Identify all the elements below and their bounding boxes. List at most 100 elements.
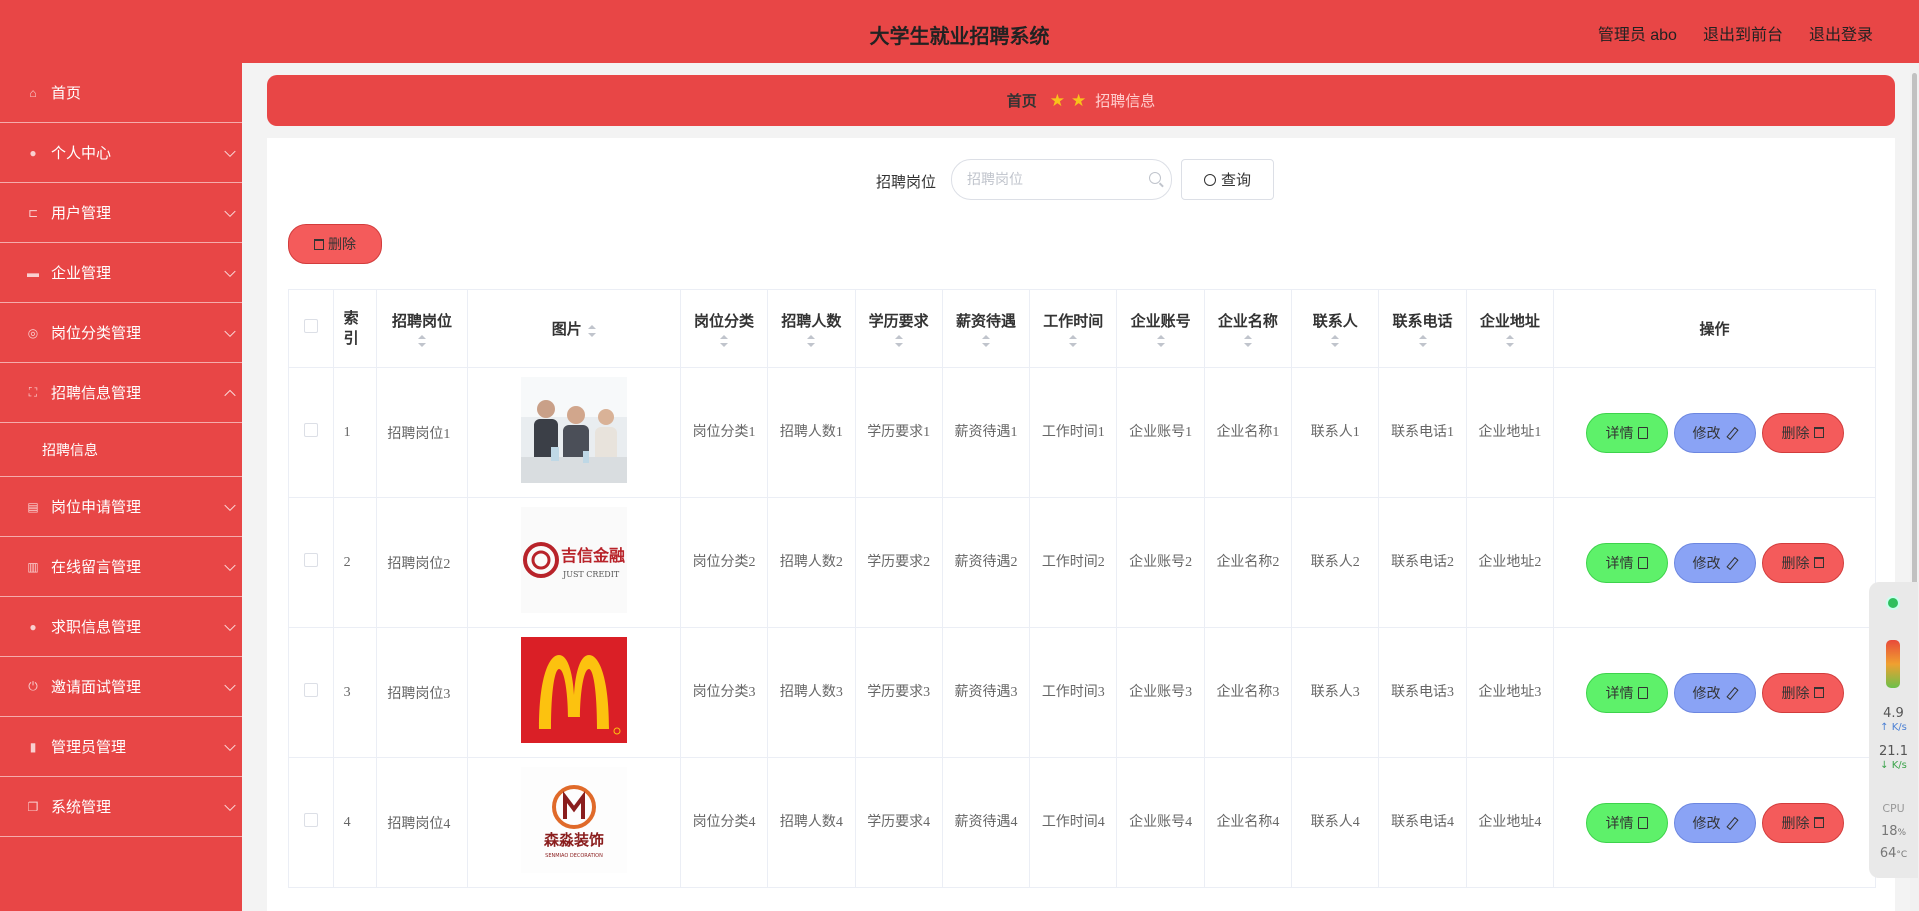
sort-icon[interactable] (982, 335, 990, 347)
row-checkbox[interactable] (303, 813, 318, 827)
sidebar-item-2[interactable]: ⊏ 用户管理 (0, 183, 242, 243)
header-salary[interactable]: 薪资待遇 (941, 289, 1031, 368)
sidebar-item-9[interactable]: ⏻ 邀请面试管理 (0, 657, 242, 717)
sidebar-item-7[interactable]: ▥ 在线留言管理 (0, 537, 242, 597)
sort-icon[interactable] (1331, 335, 1340, 347)
document-icon (1637, 556, 1648, 569)
cell-account: 企业账号1 (1116, 367, 1205, 498)
sidebar-item-label: 求职信息管理 (51, 619, 142, 636)
download-unit: ↓ K/s (1880, 760, 1907, 771)
query-button[interactable]: 查询 (1181, 159, 1274, 200)
sidebar-item-4[interactable]: ◎ 岗位分类管理 (0, 303, 242, 363)
header-education[interactable]: 学历要求 (854, 289, 943, 368)
status-dot-icon (1886, 596, 1900, 610)
row-checkbox[interactable] (303, 683, 318, 697)
row-checkbox[interactable] (303, 423, 318, 437)
table-row: 2 招聘岗位2 吉信金融 JUST CREDIT 岗位分类2 招聘人数2 学历要求2 薪资待遇… (288, 497, 1876, 628)
sidebar-item-label: 岗位申请管理 (51, 499, 142, 516)
edit-button[interactable]: 修改 (1673, 542, 1756, 583)
edit-button[interactable]: 修改 (1673, 412, 1756, 453)
monitor-icon: ▬ (27, 265, 39, 280)
sidebar-item-3[interactable]: ▬ 企业管理 (0, 243, 242, 303)
admin-user-link[interactable]: 管理员 abo (1598, 21, 1677, 45)
sidebar-item-label: 邀请面试管理 (51, 679, 142, 696)
header-phone[interactable]: 联系电话 (1378, 289, 1467, 368)
sidebar-item-label: 管理员管理 (51, 739, 127, 756)
edit-button[interactable]: 修改 (1673, 672, 1756, 713)
svg-text:JUST CREDIT: JUST CREDIT (562, 570, 620, 579)
sort-icon[interactable] (1156, 335, 1165, 347)
header-category[interactable]: 岗位分类 (679, 289, 769, 368)
sidebar-item-1[interactable]: ● 个人中心 (0, 123, 242, 183)
user-icon: ● (29, 619, 37, 634)
delete-button[interactable]: 删除 (1761, 542, 1844, 583)
sort-icon[interactable] (587, 324, 596, 337)
cell-actions: 详情 修改 删除 (1553, 497, 1876, 628)
sort-icon[interactable] (1418, 335, 1427, 347)
breadcrumb-home[interactable]: 首页 (1007, 90, 1037, 111)
sort-icon[interactable] (1243, 335, 1252, 347)
edit-icon (1725, 557, 1737, 569)
sort-icon[interactable] (807, 335, 816, 347)
table-header-row: 索引 招聘岗位 图片 岗位分类 招聘人数 学历要求 薪资待遇 工作时间 企业账号… (288, 289, 1876, 368)
sidebar-item-5[interactable]: ⛶ 招聘信息管理 (0, 363, 242, 423)
sidebar-item-0[interactable]: ⌂ 首页 (0, 63, 242, 123)
search-input[interactable] (967, 160, 1147, 198)
edit-icon (1725, 817, 1737, 829)
header-company[interactable]: 企业名称 (1203, 289, 1293, 368)
delete-button[interactable]: 删除 (1761, 802, 1844, 843)
sidebar-item-8[interactable]: ● 求职信息管理 (0, 597, 242, 657)
cell-education: 学历要求1 (854, 367, 943, 498)
chevron-down-icon (224, 559, 236, 571)
sort-icon[interactable] (418, 335, 426, 347)
search-label: 招聘岗位 (876, 174, 937, 191)
chevron-down-icon (224, 499, 236, 511)
delete-button[interactable]: 删除 (1761, 672, 1844, 713)
sort-icon[interactable] (1505, 335, 1514, 347)
sidebar-item-6[interactable]: ▤ 岗位申请管理 (0, 477, 242, 537)
cell-contact: 联系人3 (1291, 627, 1380, 758)
sort-icon[interactable] (720, 335, 729, 347)
detail-button[interactable]: 详情 (1585, 542, 1668, 583)
header-count[interactable]: 招聘人数 (767, 289, 856, 368)
cell-salary: 薪资待遇2 (941, 497, 1031, 628)
detail-button[interactable]: 详情 (1585, 412, 1668, 453)
header-position[interactable]: 招聘岗位 (376, 289, 468, 368)
exit-to-front-link[interactable]: 退出到前台 (1703, 21, 1783, 45)
sidebar-item-10[interactable]: ▮ 管理员管理 (0, 717, 242, 777)
delete-button[interactable]: 删除 (1761, 412, 1844, 453)
cell-index: 2 (332, 497, 378, 628)
header-image[interactable]: 图片 (466, 289, 681, 368)
cell-work-time: 工作时间1 (1029, 367, 1118, 498)
copy-icon: ❐ (27, 799, 39, 814)
edit-button[interactable]: 修改 (1673, 802, 1756, 843)
select-all-checkbox[interactable] (303, 319, 318, 333)
sort-icon[interactable] (894, 335, 903, 347)
header-address[interactable]: 企业地址 (1465, 289, 1555, 368)
sort-icon[interactable] (1069, 335, 1078, 347)
recruitment-table: 索引 招聘岗位 图片 岗位分类 招聘人数 学历要求 薪资待遇 工作时间 企业账号… (288, 289, 1876, 888)
sidebar-item-11[interactable]: ❐ 系统管理 (0, 777, 242, 837)
user-icon: ● (29, 145, 37, 160)
chevron-down-icon (224, 679, 236, 691)
row-checkbox[interactable] (303, 553, 318, 567)
logout-link[interactable]: 退出登录 (1809, 21, 1873, 45)
header-links: 管理员 abo 退出到前台 退出登录 (1598, 21, 1873, 45)
cell-address: 企业地址2 (1465, 497, 1555, 628)
breadcrumb-current: 招聘信息 (1095, 93, 1156, 110)
clipboard-icon: ▥ (27, 559, 39, 574)
detail-button[interactable]: 详情 (1585, 672, 1668, 713)
header-work-time[interactable]: 工作时间 (1029, 289, 1118, 368)
chevron-down-icon (224, 265, 236, 277)
batch-delete-label: 删除 (328, 236, 356, 252)
cell-salary: 薪资待遇4 (941, 757, 1031, 888)
header-account[interactable]: 企业账号 (1116, 289, 1205, 368)
header-contact[interactable]: 联系人 (1291, 289, 1380, 368)
chevron-down-icon (224, 739, 236, 751)
sidebar-item-label: 个人中心 (51, 145, 112, 162)
detail-button[interactable]: 详情 (1585, 802, 1668, 843)
sidebar-subitem-0[interactable]: 招聘信息 (0, 423, 242, 477)
top-header: 大学生就业招聘系统 管理员 abo 退出到前台 退出登录 (0, 0, 1919, 63)
scrollbar-thumb[interactable] (1912, 73, 1917, 603)
batch-delete-button[interactable]: 删除 (288, 224, 382, 264)
